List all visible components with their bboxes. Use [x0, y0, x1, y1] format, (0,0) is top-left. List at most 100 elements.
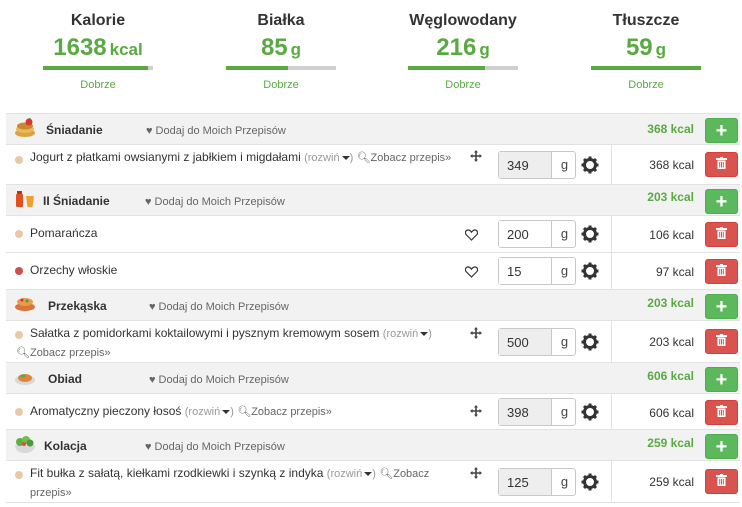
meal-name: Kolacja [44, 439, 87, 453]
caret-down-icon [222, 410, 231, 415]
recipe-name-link[interactable]: Aromatyczny pieczony łosoś [30, 404, 181, 418]
list-item: Pomarańcza g 106 kcal [6, 216, 740, 253]
amount-input[interactable] [499, 221, 552, 247]
unit-label: g [560, 474, 569, 489]
heart-outline-icon[interactable] [465, 229, 478, 241]
amount-input[interactable] [499, 399, 552, 425]
expand-toggle[interactable]: (rozwiń) [383, 328, 432, 340]
meal-kcal: 368 kcal [647, 122, 694, 136]
list-item: Aromatyczny pieczony łosoś (rozwiń) 🔍︎Zo… [6, 394, 740, 430]
move-icon[interactable] [470, 150, 482, 162]
amount-input[interactable] [499, 469, 552, 495]
summary-protein: Białka 85 g Dobrze [225, 10, 337, 92]
recipe-name-link[interactable]: Sałatka z pomidorkami koktailowymi i pys… [30, 326, 379, 340]
summary-rating: Dobrze [80, 79, 116, 91]
add-product-button[interactable]: + [705, 189, 738, 214]
trash-icon [716, 227, 727, 239]
add-to-favorites-link[interactable]: ♥ Dodaj do Moich Przepisów [145, 195, 285, 209]
product-dot [15, 471, 23, 479]
heart-outline-icon[interactable] [465, 266, 478, 278]
trash-icon [716, 474, 727, 486]
summary-carbs: Węglowodany 216 g Dobrze [407, 10, 519, 92]
expand-toggle[interactable]: (rozwiń) [185, 406, 234, 418]
item-name: Pomarańcza [30, 226, 98, 240]
recipe-name-link[interactable]: Fit bułka z sałatą, kiełkami rzodkiewki … [30, 466, 323, 480]
gear-icon[interactable] [581, 403, 599, 421]
item-name: Orzechy włoskie [30, 263, 118, 277]
product-dot [15, 331, 23, 339]
amount-input[interactable] [499, 258, 552, 284]
gear-icon[interactable] [581, 473, 599, 491]
heart-icon: ♥ [145, 196, 152, 208]
amount-field: g [498, 257, 576, 285]
column-divider [611, 145, 612, 185]
magnifier-icon: 🔍︎ [379, 468, 394, 480]
add-to-favorites-link[interactable]: ♥ Dodaj do Moich Przepisów [145, 440, 285, 454]
progress-fill [408, 66, 485, 70]
meal-name: Przekąska [48, 299, 107, 313]
heart-icon: ♥ [149, 301, 156, 313]
item-kcal: 606 kcal [649, 406, 694, 420]
summary-progress-bar [591, 66, 701, 70]
item-name: Sałatka z pomidorkami koktailowymi i pys… [16, 324, 462, 362]
summary-rating: Dobrze [628, 79, 664, 91]
item-kcal: 203 kcal [649, 335, 694, 349]
meal-kcal: 259 kcal [647, 436, 694, 450]
view-recipe-link[interactable]: 🔍︎Zobacz przepis» [357, 152, 452, 164]
item-kcal: 106 kcal [649, 228, 694, 242]
salad-icon [15, 436, 35, 453]
amount-field: g [498, 328, 576, 356]
unit-label: g [560, 226, 569, 241]
amount-input[interactable] [499, 329, 552, 355]
add-product-button[interactable]: + [705, 294, 738, 319]
amount-input[interactable] [499, 152, 552, 178]
summary-title: Tłuszcze [612, 12, 680, 29]
gear-icon[interactable] [581, 156, 599, 174]
caret-down-icon [420, 332, 429, 337]
view-recipe-link[interactable]: 🔍︎Zobacz przepis» [16, 347, 111, 359]
move-icon[interactable] [470, 405, 482, 417]
item-kcal: 259 kcal [649, 475, 694, 489]
expand-toggle[interactable]: (rozwiń) [327, 468, 376, 480]
item-kcal: 368 kcal [649, 158, 694, 172]
add-product-button[interactable]: + [705, 434, 738, 459]
move-icon[interactable] [470, 467, 482, 479]
list-item: Sałatka z pomidorkami koktailowymi i pys… [6, 321, 740, 363]
expand-toggle[interactable]: (rozwiń) [304, 152, 353, 164]
meal-header-lunch: Obiad ♥ Dodaj do Moich Przepisów 606 kcal… [6, 363, 740, 394]
plate-icon [15, 374, 35, 385]
delete-button[interactable] [705, 152, 738, 177]
gear-icon[interactable] [581, 225, 599, 243]
delete-button[interactable] [705, 329, 738, 354]
delete-button[interactable] [705, 400, 738, 425]
view-recipe-link[interactable]: 🔍︎Zobacz przepis» [237, 406, 332, 418]
product-dot [15, 267, 23, 275]
summary-title: Węglowodany [409, 12, 517, 29]
summary-title: Białka [257, 12, 305, 29]
add-product-button[interactable]: + [705, 367, 738, 392]
meal-header-breakfast: Śniadanie ♥ Dodaj do Moich Przepisów 368 … [6, 114, 740, 145]
add-product-button[interactable]: + [705, 118, 738, 143]
delete-button[interactable] [705, 222, 738, 247]
product-dot [15, 408, 23, 416]
recipe-name-link[interactable]: Jogurt z płatkami owsianymi z jabłkiem i… [30, 150, 301, 164]
gear-icon[interactable] [581, 262, 599, 280]
add-to-favorites-link[interactable]: ♥ Dodaj do Moich Przepisów [149, 373, 289, 387]
summary-value: 59 g [625, 34, 667, 61]
column-divider [611, 461, 612, 503]
add-to-favorites-link[interactable]: ♥ Dodaj do Moich Przepisów [146, 124, 286, 138]
delete-button[interactable] [705, 469, 738, 494]
add-to-favorites-link[interactable]: ♥ Dodaj do Moich Przepisów [149, 300, 289, 314]
meal-header-snack: Przekąska ♥ Dodaj do Moich Przepisów 203 … [6, 290, 740, 321]
meal-name: Śniadanie [46, 123, 103, 137]
move-icon[interactable] [470, 327, 482, 339]
meal-name: Obiad [48, 372, 83, 386]
gear-icon[interactable] [581, 333, 599, 351]
delete-button[interactable] [705, 259, 738, 284]
amount-field: g [498, 468, 576, 496]
summary-value: 85 g [260, 34, 302, 61]
trash-icon [716, 264, 727, 276]
amount-field: g [498, 151, 576, 179]
item-kcal: 97 kcal [655, 265, 694, 279]
amount-field: g [498, 398, 576, 426]
